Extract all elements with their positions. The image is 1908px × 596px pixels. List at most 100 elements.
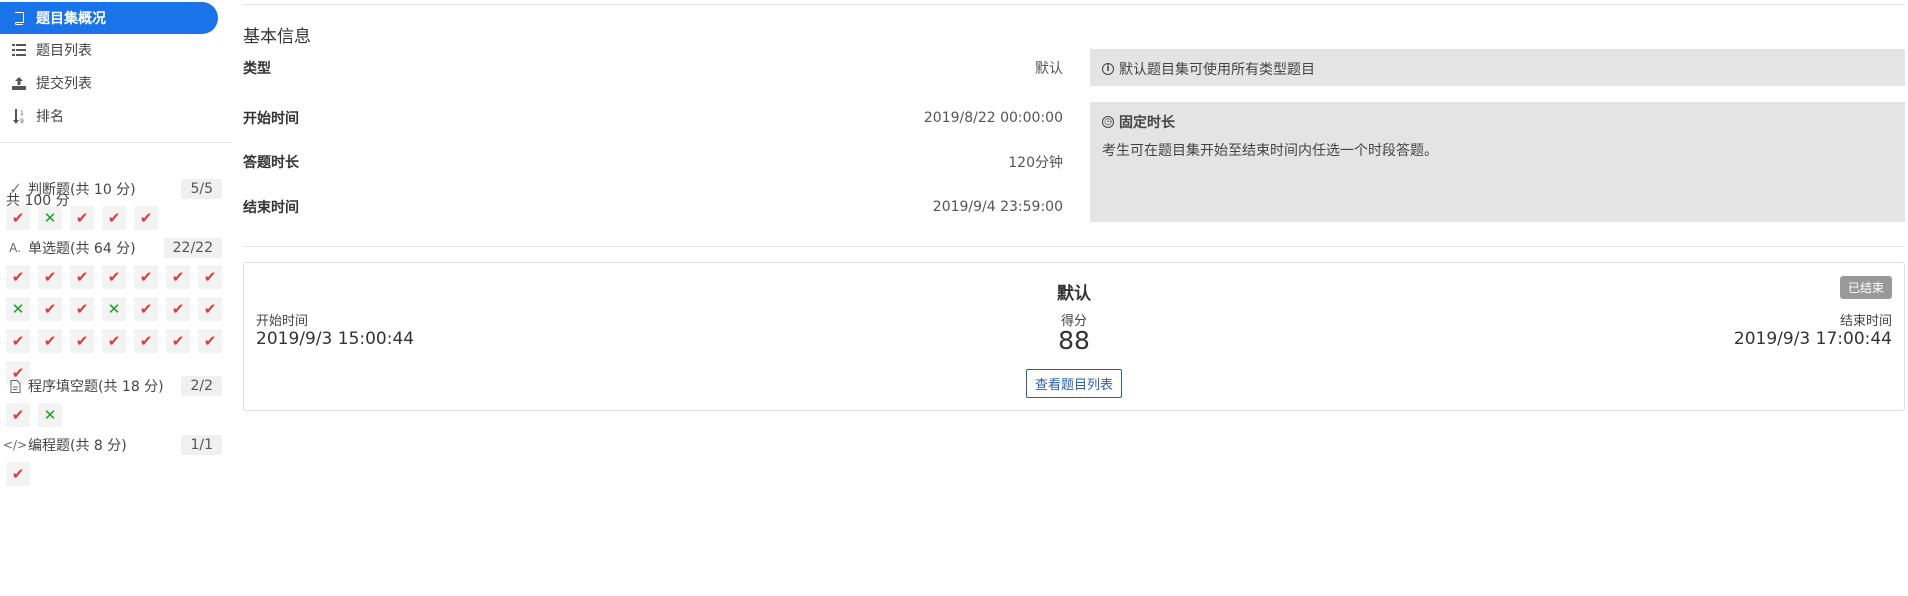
check-icon: ✔ (107, 209, 121, 227)
correct-answer-cell[interactable]: ✔ (166, 297, 190, 321)
sidebar-item-submission-list[interactable]: 提交列表 (0, 67, 218, 99)
code-icon: </> (2, 438, 28, 452)
true-false-icon: ✓̸ (9, 182, 21, 196)
result-grid: ✔ ✔ ✔ ✔ ✔ ✔ ✔ ✕ ✔ ✔ ✕ ✔ ✔ ✔ ✔ ✔ ✔ ✔ ✔ ✔ ✔ ✔ (6, 265, 230, 385)
check-icon: ✔ (75, 209, 89, 227)
section-header-true-false: ✓̸ 判断题(共 10 分) 5/5 (6, 176, 222, 202)
check-icon: ✔ (11, 268, 25, 286)
section-ratio: 22/22 (163, 238, 222, 258)
info-circle-icon: i (1102, 63, 1114, 75)
correct-answer-cell[interactable]: ✔ (38, 297, 62, 321)
section-header-single-choice: A. 单选题(共 64 分) 22/22 (6, 235, 222, 261)
correct-answer-cell[interactable]: ✔ (198, 297, 222, 321)
info-label: 答题时长 (243, 155, 299, 171)
cross-icon: ✕ (43, 406, 57, 424)
wrong-answer-cell[interactable]: ✕ (6, 297, 30, 321)
check-icon: ✔ (43, 332, 57, 350)
correct-answer-cell[interactable]: ✔ (102, 206, 126, 230)
sidebar-item-ranking[interactable]: 19 排名 (0, 100, 218, 132)
end-time-value: 2019/9/3 17:00:44 (1733, 329, 1892, 349)
correct-answer-cell[interactable]: ✔ (70, 265, 94, 289)
sidebar-item-problem-list[interactable]: 题目列表 (0, 34, 218, 66)
correct-answer-cell[interactable]: ✔ (6, 462, 30, 486)
info-row-type: 类型 默认 (243, 56, 1063, 80)
top-divider (243, 4, 1905, 5)
check-icon: ✔ (171, 300, 185, 318)
sidebar-item-label: 排名 (36, 109, 64, 125)
check-icon: ✔ (11, 209, 25, 227)
wrong-answer-cell[interactable]: ✕ (38, 206, 62, 230)
info-value: 120分钟 (1008, 155, 1063, 171)
exam-card: 默认 已结束 开始时间 2019/9/3 15:00:44 得分 88 结束时间… (243, 262, 1905, 411)
view-problem-list-button[interactable]: 查看题目列表 (1026, 369, 1122, 398)
check-icon: ✔ (107, 268, 121, 286)
result-grid: ✔ ✕ ✔ ✔ ✔ (6, 206, 230, 230)
check-icon: ✔ (171, 268, 185, 286)
correct-answer-cell[interactable]: ✔ (134, 206, 158, 230)
correct-answer-cell[interactable]: ✔ (38, 329, 62, 353)
correct-answer-cell[interactable]: ✔ (38, 265, 62, 289)
svg-text:9: 9 (20, 118, 24, 124)
sidebar-item-label: 题目列表 (36, 43, 92, 59)
check-icon: ✔ (139, 268, 153, 286)
wrong-answer-cell[interactable]: ✕ (102, 297, 126, 321)
correct-answer-cell[interactable]: ✔ (166, 265, 190, 289)
correct-answer-cell[interactable]: ✔ (70, 329, 94, 353)
svg-text:1: 1 (20, 110, 24, 117)
info-row-start-time: 开始时间 2019/8/22 00:00:00 (243, 106, 1063, 130)
check-icon: ✔ (203, 300, 217, 318)
upload-icon (10, 76, 28, 90)
sidebar-item-label: 题目集概况 (36, 11, 106, 27)
correct-answer-cell[interactable]: ✔ (166, 329, 190, 353)
check-icon: ✔ (139, 209, 153, 227)
info-label: 结束时间 (243, 200, 299, 216)
info-value: 默认 (1035, 61, 1063, 77)
check-icon: ✔ (171, 332, 185, 350)
correct-answer-cell[interactable]: ✔ (6, 206, 30, 230)
sidebar: 题目集概况 题目列表 提交列表 19 排名 共 100 分 ✓̸ 判断题(共 1… (0, 0, 232, 596)
result-grid: ✔ ✕ (6, 403, 230, 427)
wrong-answer-cell[interactable]: ✕ (38, 403, 62, 427)
tip-default-set: i 默认题目集可使用所有类型题目 (1090, 49, 1905, 86)
info-value: 2019/9/4 23:59:00 (932, 199, 1063, 215)
tip-text: 考生可在题目集开始至结束时间内任选一个时段答题。 (1102, 143, 1438, 159)
check-icon: ✔ (75, 300, 89, 318)
info-value: 2019/8/22 00:00:00 (923, 110, 1063, 126)
tip-text: 默认题目集可使用所有类型题目 (1119, 62, 1315, 78)
check-icon: ✔ (11, 465, 25, 483)
check-icon: ✔ (43, 268, 57, 286)
correct-answer-cell[interactable]: ✔ (6, 329, 30, 353)
correct-answer-cell[interactable]: ✔ (134, 329, 158, 353)
check-icon: ✔ (107, 332, 121, 350)
correct-answer-cell[interactable]: ✔ (70, 206, 94, 230)
correct-answer-cell[interactable]: ✔ (134, 297, 158, 321)
correct-answer-cell[interactable]: ✔ (6, 265, 30, 289)
cross-icon: ✕ (107, 300, 121, 318)
tip-fixed-duration: ◷ 固定时长 考生可在题目集开始至结束时间内任选一个时段答题。 (1090, 102, 1905, 222)
correct-answer-cell[interactable]: ✔ (102, 329, 126, 353)
check-icon: ✔ (75, 268, 89, 286)
result-grid: ✔ (6, 462, 230, 486)
correct-answer-cell[interactable]: ✔ (70, 297, 94, 321)
sidebar-item-label: 提交列表 (36, 76, 92, 92)
single-choice-icon: A. (9, 241, 21, 255)
list-icon (10, 44, 28, 56)
correct-answer-cell[interactable]: ✔ (198, 265, 222, 289)
section-ratio: 2/2 (181, 376, 222, 396)
card-title: 默认 (1057, 284, 1091, 304)
end-time-label: 结束时间 (1839, 314, 1892, 329)
cross-icon: ✕ (43, 209, 57, 227)
sidebar-divider (0, 142, 232, 143)
check-icon: ✔ (75, 332, 89, 350)
correct-answer-cell[interactable]: ✔ (134, 265, 158, 289)
section-title: 单选题(共 64 分) (28, 241, 136, 257)
sort-numeric-icon: 19 (10, 108, 28, 124)
tip-title: 固定时长 (1119, 115, 1175, 131)
info-row-duration: 答题时长 120分钟 (243, 150, 1063, 174)
clock-icon: ◷ (1102, 116, 1114, 128)
correct-answer-cell[interactable]: ✔ (102, 265, 126, 289)
main-content: 基本信息 类型 默认 开始时间 2019/8/22 00:00:00 答题时长 … (243, 0, 1905, 596)
sidebar-item-overview[interactable]: 题目集概况 (0, 2, 218, 34)
correct-answer-cell[interactable]: ✔ (6, 403, 30, 427)
correct-answer-cell[interactable]: ✔ (198, 329, 222, 353)
